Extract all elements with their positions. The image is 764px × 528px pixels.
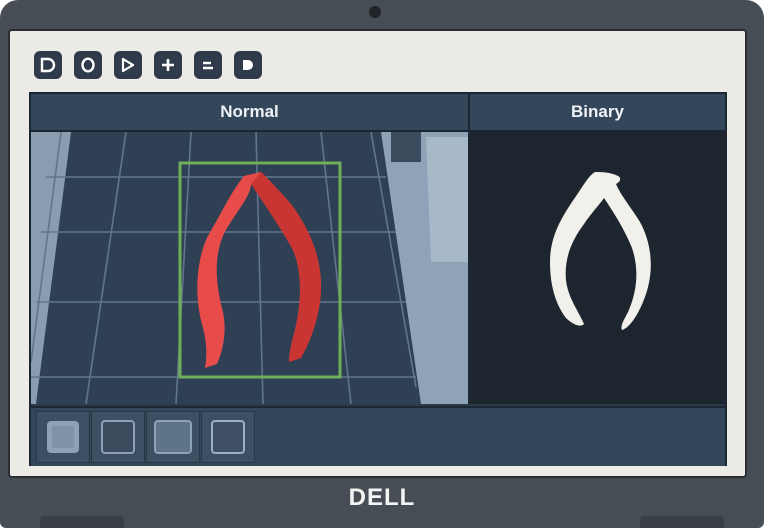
app-window: Normal Binary xyxy=(8,29,747,478)
binary-panel-header: Binary xyxy=(470,94,725,132)
play-button[interactable] xyxy=(114,51,142,79)
brand-logo: DELL xyxy=(348,484,416,511)
thumbnail-2-image xyxy=(101,420,135,454)
normal-view-canvas xyxy=(31,132,468,404)
thumbnail-1[interactable] xyxy=(36,411,90,463)
minus-icon xyxy=(203,61,213,70)
binary-mask xyxy=(550,172,651,330)
d-shape-button-2[interactable] xyxy=(234,51,262,79)
thumbnail-4[interactable] xyxy=(201,411,255,463)
right-hinge xyxy=(640,516,724,528)
toolbar xyxy=(34,51,262,81)
binary-view[interactable] xyxy=(470,132,725,404)
circle-icon xyxy=(81,57,95,73)
left-hinge xyxy=(40,516,124,528)
d-shape-icon xyxy=(40,57,56,73)
thumbnail-3-image xyxy=(154,420,192,454)
thumbnail-1-image xyxy=(47,421,79,453)
thumbnail-3[interactable] xyxy=(146,411,200,463)
thumbnail-2[interactable] xyxy=(91,411,145,463)
wall-post xyxy=(391,132,421,162)
normal-view[interactable] xyxy=(31,132,468,404)
zoom-in-button[interactable] xyxy=(154,51,182,79)
binary-view-canvas xyxy=(550,172,651,330)
binary-panel-title: Binary xyxy=(571,102,624,121)
laptop-bezel: Normal Binary DELL xyxy=(0,0,764,528)
thumbnail-strip xyxy=(31,406,725,466)
thumbnail-4-image xyxy=(211,420,245,454)
webcam xyxy=(369,6,381,18)
normal-panel-header: Normal xyxy=(31,94,468,132)
circle-button[interactable] xyxy=(74,51,102,79)
wall-panel xyxy=(426,137,468,262)
d-shape-button[interactable] xyxy=(34,51,62,79)
zoom-out-button[interactable] xyxy=(194,51,222,79)
normal-panel-title: Normal xyxy=(220,102,279,121)
plus-icon xyxy=(162,59,174,71)
workspace: Normal Binary xyxy=(29,92,727,466)
d-shape-icon xyxy=(243,60,253,70)
play-icon xyxy=(121,57,135,73)
